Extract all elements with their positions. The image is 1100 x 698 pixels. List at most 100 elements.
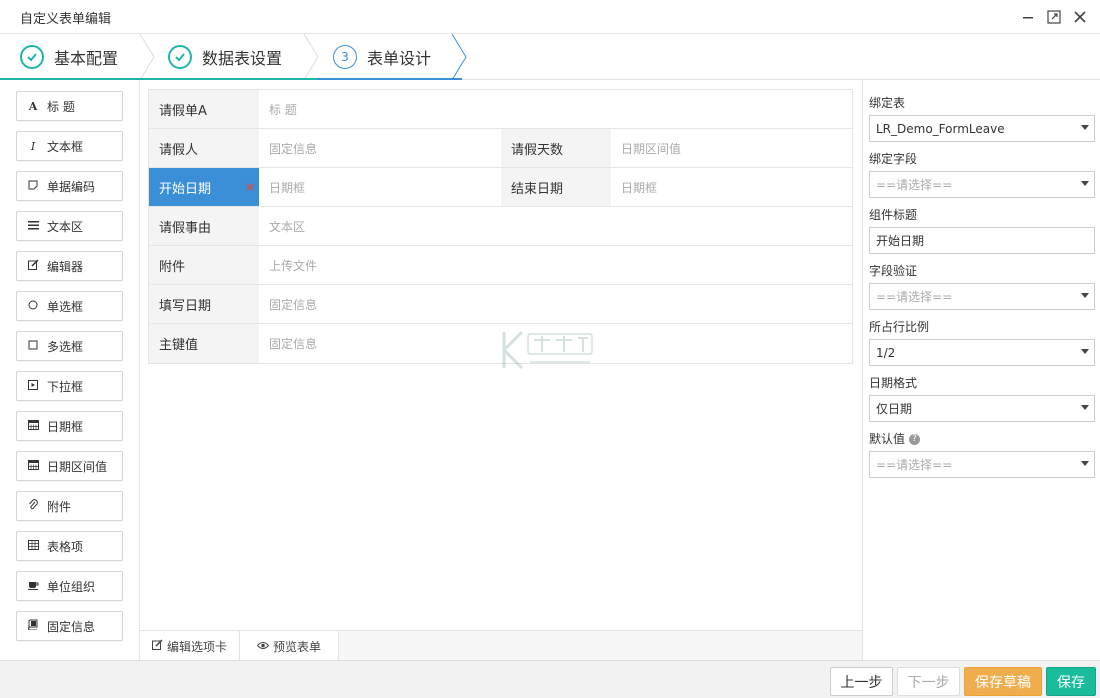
palette-item-label: 单位组织 <box>47 579 96 594</box>
select-value: 仅日期 <box>876 402 913 416</box>
tab-preview-form[interactable]: 预览表单 <box>240 631 340 661</box>
field-validation-select[interactable]: ==请选择== <box>869 283 1095 310</box>
form-half[interactable]: 请假人 固定信息 <box>149 129 501 167</box>
form-half[interactable]: 请假天数 日期区间值 <box>501 129 853 167</box>
question-icon[interactable]: ? <box>909 434 921 445</box>
tab-label: 预览表单 <box>273 639 322 654</box>
step-separator <box>451 34 467 80</box>
palette-item-code[interactable]: 单据编码 <box>16 171 123 201</box>
minimize-icon[interactable] <box>1018 6 1038 28</box>
save-draft-button[interactable]: 保存草稿 <box>964 667 1042 696</box>
caret-down-icon <box>1081 461 1089 466</box>
default-value-select[interactable]: ==请选择== <box>869 451 1095 478</box>
form-row-label: 附件 <box>149 246 259 284</box>
component-title-label: 组件标题 <box>869 208 918 222</box>
palette-item-label: 单据编码 <box>47 179 96 194</box>
caret-down-icon <box>1081 125 1089 130</box>
calendar-icon <box>27 419 39 433</box>
form-half[interactable]: 结束日期 日期框 <box>501 168 853 206</box>
caret-down-icon <box>1081 293 1089 298</box>
select-value: ==请选择== <box>876 178 953 192</box>
form-row[interactable]: 附件 上传文件 <box>149 246 852 285</box>
form-canvas: 请假单A 标 题 请假人 固定信息 请假天数 日期区间值 开始日期 × 日期框 <box>140 80 862 661</box>
dialog-footer: 上一步 下一步 保存草稿 保存 <box>0 660 1100 698</box>
palette-item-table[interactable]: 表格项 <box>16 531 123 561</box>
palette-item-label: 固定信息 <box>47 619 96 634</box>
palette-item-label: 多选框 <box>47 339 84 354</box>
wizard-steps: 基本配置 数据表设置 3 表单设计 <box>0 34 1100 80</box>
palette-item-attachment[interactable]: 附件 <box>16 491 123 521</box>
default-value-label-row: 默认值? <box>869 430 921 447</box>
caret-down-icon <box>1081 349 1089 354</box>
font-icon: A <box>28 99 38 113</box>
italic-icon: I <box>30 139 36 153</box>
sticky-note-icon <box>27 180 39 193</box>
palette-item-label: 文本框 <box>47 139 84 154</box>
delete-icon[interactable]: × <box>245 180 255 194</box>
select-value: ==请选择== <box>876 458 953 472</box>
form-row-value: 日期框 <box>269 180 306 195</box>
palette-item-label: 下拉框 <box>47 379 84 394</box>
palette-item-radio[interactable]: 单选框 <box>16 291 123 321</box>
form-row[interactable]: 请假事由 文本区 <box>149 207 852 246</box>
check-icon <box>168 45 192 69</box>
coffee-icon <box>27 580 39 593</box>
prev-step-button[interactable]: 上一步 <box>830 667 893 696</box>
caret-down-icon <box>1081 181 1089 186</box>
form-row-label: 主键值 <box>149 324 259 363</box>
field-validation-label: 字段验证 <box>869 264 918 278</box>
palette-item-label: 单选框 <box>47 299 84 314</box>
form-row-label: 请假天数 <box>501 129 611 167</box>
date-format-select[interactable]: 仅日期 <box>869 395 1095 422</box>
palette-item-checkbox[interactable]: 多选框 <box>16 331 123 361</box>
form-row-value: 固定信息 <box>269 297 318 312</box>
step-basic-config[interactable]: 基本配置 <box>20 34 118 80</box>
step-label: 基本配置 <box>54 49 119 68</box>
palette-item-textbox[interactable]: I 文本框 <box>16 131 123 161</box>
form-row-value: 日期区间值 <box>621 141 682 156</box>
bind-table-select[interactable]: LR_Demo_FormLeave <box>869 115 1095 142</box>
step-table-settings[interactable]: 数据表设置 <box>168 34 282 80</box>
form-row-label: 填写日期 <box>149 285 259 323</box>
window-controls <box>1018 6 1090 28</box>
tab-edit-options[interactable]: 编辑选项卡 <box>140 631 241 661</box>
step-separator <box>303 34 319 80</box>
row-ratio-select[interactable]: 1/2 <box>869 339 1095 366</box>
row-ratio-label: 所占行比例 <box>869 320 930 334</box>
default-value-label: 默认值 <box>869 432 906 446</box>
square-icon <box>27 340 39 353</box>
form-half-selected[interactable]: 开始日期 × 日期框 <box>149 168 501 206</box>
bind-field-select[interactable]: ==请选择== <box>869 171 1095 198</box>
step-number: 3 <box>333 45 357 69</box>
step-label: 表单设计 <box>367 49 432 68</box>
form-row-value[interactable]: 标 题 <box>259 90 852 128</box>
caret-square-icon <box>27 379 39 393</box>
palette-item-select[interactable]: 下拉框 <box>16 371 123 401</box>
palette-item-date[interactable]: 日期框 <box>16 411 123 441</box>
form-row: 请假人 固定信息 请假天数 日期区间值 <box>149 129 852 168</box>
palette-item-editor[interactable]: 编辑器 <box>16 251 123 281</box>
form-row[interactable]: 请假单A 标 题 <box>149 90 852 129</box>
eye-icon <box>256 640 270 653</box>
palette-item-fixed-info[interactable]: 固定信息 <box>16 611 123 641</box>
palette-item-label: 编辑器 <box>47 259 84 274</box>
bind-table-label: 绑定表 <box>869 96 906 110</box>
palette-item-date-range[interactable]: 日期区间值 <box>16 451 123 481</box>
form-row[interactable]: 填写日期 固定信息 <box>149 285 852 324</box>
step-separator <box>139 34 155 80</box>
palette-item-textarea[interactable]: 文本区 <box>16 211 123 241</box>
step-form-design[interactable]: 3 表单设计 <box>333 34 431 80</box>
close-icon[interactable] <box>1070 6 1090 28</box>
palette-item-organization[interactable]: 单位组织 <box>16 571 123 601</box>
component-title-input[interactable]: 开始日期 <box>869 227 1095 254</box>
next-step-button[interactable]: 下一步 <box>897 667 960 696</box>
palette-item-label: 表格项 <box>47 539 84 554</box>
book-icon <box>27 619 39 633</box>
circle-icon <box>27 300 39 313</box>
input-value: 开始日期 <box>876 234 925 248</box>
palette-item-title[interactable]: A 标 题 <box>16 91 123 121</box>
form-layout-table: 请假单A 标 题 请假人 固定信息 请假天数 日期区间值 开始日期 × 日期框 <box>148 89 853 364</box>
maximize-icon[interactable] <box>1044 6 1064 28</box>
form-row-label[interactable]: 请假单A <box>149 90 259 128</box>
save-button[interactable]: 保存 <box>1046 667 1096 696</box>
